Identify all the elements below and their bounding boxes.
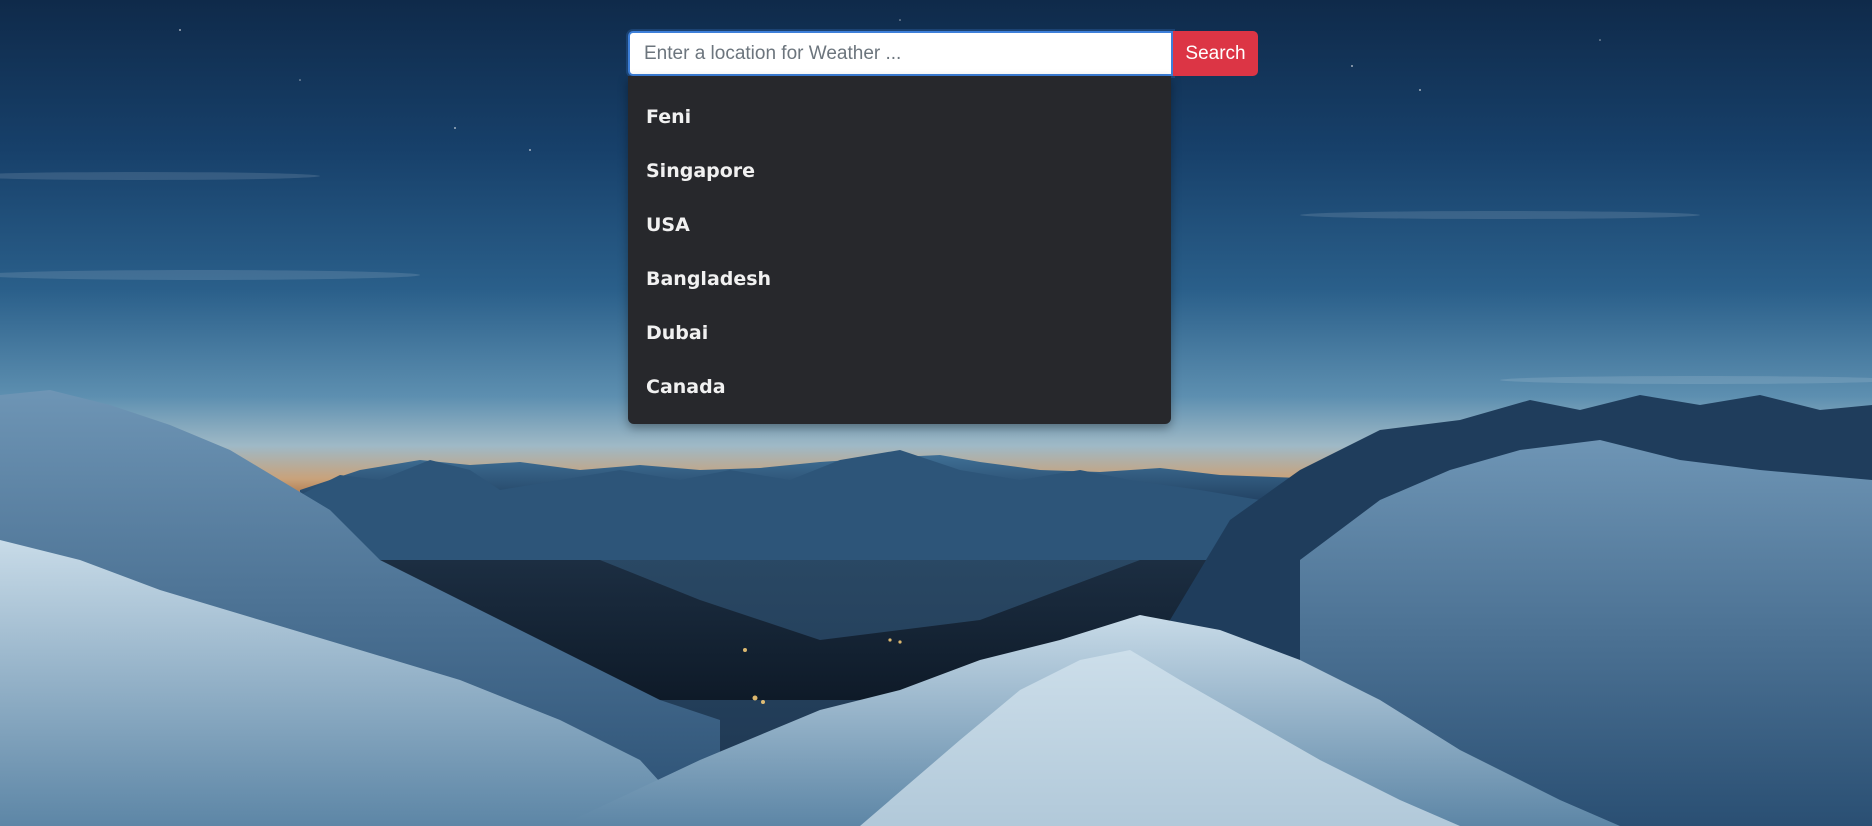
suggestion-item-canada[interactable]: Canada <box>628 360 1171 414</box>
search-button[interactable]: Search <box>1173 31 1258 76</box>
suggestion-item-dubai[interactable]: Dubai <box>628 306 1171 360</box>
suggestion-item-feni[interactable]: Feni <box>628 90 1171 144</box>
suggestion-item-singapore[interactable]: Singapore <box>628 144 1171 198</box>
search-bar: Search <box>628 31 1258 76</box>
location-suggestions-dropdown: Feni Singapore USA Bangladesh Dubai Cana… <box>628 76 1171 424</box>
suggestion-item-bangladesh[interactable]: Bangladesh <box>628 252 1171 306</box>
weather-app-page: Search Feni Singapore USA Bangladesh Dub… <box>0 0 1872 826</box>
location-search-input[interactable] <box>628 31 1173 76</box>
suggestion-item-usa[interactable]: USA <box>628 198 1171 252</box>
